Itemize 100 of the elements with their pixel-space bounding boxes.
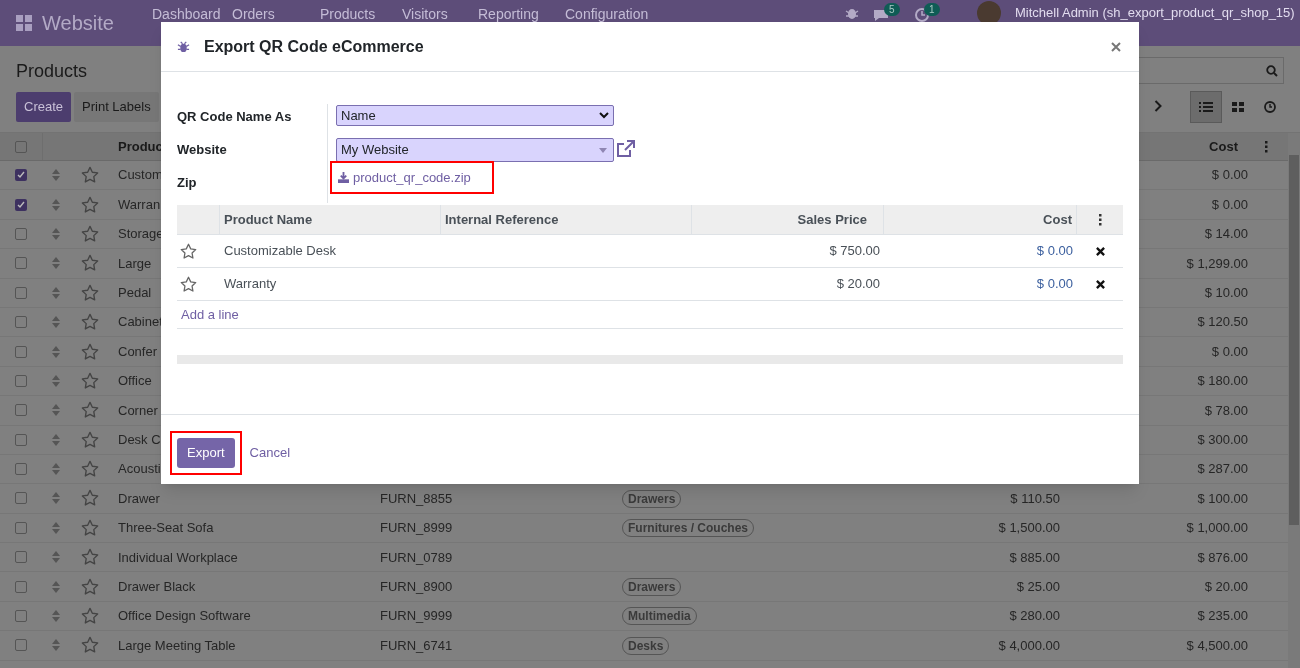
external-link-icon[interactable]: [616, 140, 636, 158]
star-icon[interactable]: [81, 371, 99, 390]
bug-icon: [177, 40, 190, 53]
app-name: Website: [42, 11, 114, 36]
sales-price: $ 4,000.00: [998, 637, 1060, 653]
star-icon[interactable]: [81, 636, 99, 655]
star-icon[interactable]: [81, 166, 99, 185]
delete-icon[interactable]: [1095, 279, 1105, 289]
checkbox[interactable]: [15, 521, 27, 534]
star-icon[interactable]: [180, 242, 197, 260]
column-header[interactable]: Sales Price: [692, 205, 884, 234]
drag-handle-icon[interactable]: [52, 404, 60, 417]
scrollbar-thumb[interactable]: [1289, 155, 1299, 525]
star-icon[interactable]: [81, 430, 99, 449]
checkbox[interactable]: [15, 169, 27, 182]
field-label: Zip: [177, 174, 198, 192]
user-name[interactable]: Mitchell Admin (sh_export_product_qr_shop_15): [1015, 3, 1295, 23]
checkbox[interactable]: [15, 610, 27, 623]
checkbox[interactable]: [15, 639, 27, 652]
checkbox[interactable]: [15, 316, 27, 329]
checkbox[interactable]: [15, 492, 27, 505]
checkbox[interactable]: [15, 433, 27, 446]
toolbar-button[interactable]: Print Labels: [74, 92, 159, 122]
menu-item[interactable]: Reporting: [478, 4, 539, 25]
caret-icon: [599, 147, 607, 153]
add-line-link[interactable]: Add a line: [181, 304, 239, 325]
checkbox[interactable]: [15, 404, 27, 417]
cost: $ 10.00: [1204, 285, 1248, 300]
product-name: Confer: [118, 343, 158, 359]
star-icon[interactable]: [81, 342, 99, 361]
column-header[interactable]: Cost: [1209, 138, 1238, 154]
star-icon[interactable]: [81, 489, 99, 508]
select-field[interactable]: Name: [336, 105, 614, 126]
star-icon[interactable]: [81, 518, 99, 537]
menu-item[interactable]: Visitors: [402, 4, 448, 25]
star-icon[interactable]: [81, 460, 99, 479]
apps-icon[interactable]: [16, 15, 32, 31]
drag-handle-icon[interactable]: [52, 521, 60, 534]
checkbox[interactable]: [15, 140, 27, 153]
cost: $ 100.00: [1197, 490, 1248, 506]
drag-handle-icon[interactable]: [52, 374, 60, 387]
delete-icon[interactable]: [1095, 246, 1105, 256]
checkbox[interactable]: [15, 551, 27, 564]
menu-item[interactable]: Products: [320, 4, 376, 25]
checkbox[interactable]: [15, 374, 27, 387]
drag-handle-icon[interactable]: [52, 345, 60, 358]
star-icon[interactable]: [81, 254, 99, 273]
menu-item[interactable]: Configuration: [565, 4, 649, 25]
column-header[interactable]: Produc: [118, 138, 163, 154]
export-button[interactable]: Export: [177, 438, 235, 468]
cancel-button[interactable]: Cancel: [242, 438, 298, 468]
star-icon[interactable]: [81, 401, 99, 420]
column-header[interactable]: Product Name: [220, 205, 441, 234]
column-header[interactable]: Cost: [884, 205, 1077, 234]
star-icon[interactable]: [81, 548, 99, 567]
checkbox[interactable]: [15, 198, 27, 211]
star-icon[interactable]: [81, 577, 99, 596]
star-icon[interactable]: [81, 195, 99, 214]
drag-handle-icon[interactable]: [52, 257, 60, 270]
star-icon[interactable]: [81, 607, 99, 626]
drag-handle-icon[interactable]: [52, 316, 60, 329]
product-name: Corner: [118, 402, 158, 418]
drag-handle-icon[interactable]: [52, 463, 60, 476]
star-icon[interactable]: [180, 275, 197, 293]
star-icon[interactable]: [81, 283, 99, 302]
chat-icon[interactable]: [873, 8, 889, 22]
checkbox[interactable]: [15, 580, 27, 593]
drag-handle-icon[interactable]: [52, 198, 60, 211]
internal-reference: FURN_8855: [380, 490, 453, 506]
drag-handle-icon[interactable]: [52, 169, 60, 182]
menu-item[interactable]: Orders: [232, 4, 275, 25]
drag-handle-icon[interactable]: [52, 639, 60, 652]
checkbox[interactable]: [15, 257, 27, 270]
drag-handle-icon[interactable]: [52, 610, 60, 623]
drag-handle-icon[interactable]: [52, 492, 60, 505]
drag-handle-icon[interactable]: [52, 551, 60, 564]
view-switch-button[interactable]: [1190, 91, 1222, 123]
toolbar-button[interactable]: Create: [16, 92, 72, 122]
checkbox[interactable]: [15, 463, 27, 476]
checkbox[interactable]: [15, 227, 27, 240]
drag-handle-icon[interactable]: [52, 433, 60, 446]
next-page-icon[interactable]: [1154, 100, 1162, 112]
menu-item[interactable]: Dashboard: [152, 4, 221, 25]
checkbox[interactable]: [15, 345, 27, 358]
clock-icon[interactable]: [915, 8, 929, 22]
checkbox[interactable]: [15, 286, 27, 299]
product-name: Warran: [118, 196, 161, 212]
close-icon[interactable]: [1111, 41, 1121, 52]
drag-handle-icon[interactable]: [52, 227, 60, 240]
star-icon[interactable]: [81, 224, 99, 243]
column-header[interactable]: Internal Reference: [441, 205, 692, 234]
cost: $ 300.00: [1197, 431, 1248, 447]
drag-handle-icon[interactable]: [52, 286, 60, 299]
product-name: Office: [118, 373, 152, 389]
download-link[interactable]: product_qr_code.zip: [330, 161, 494, 194]
select-field[interactable]: My Website: [336, 138, 614, 162]
more-options-icon[interactable]: [1098, 213, 1102, 226]
drag-handle-icon[interactable]: [52, 580, 60, 593]
product-name: Large: [118, 255, 152, 271]
star-icon[interactable]: [81, 313, 99, 332]
